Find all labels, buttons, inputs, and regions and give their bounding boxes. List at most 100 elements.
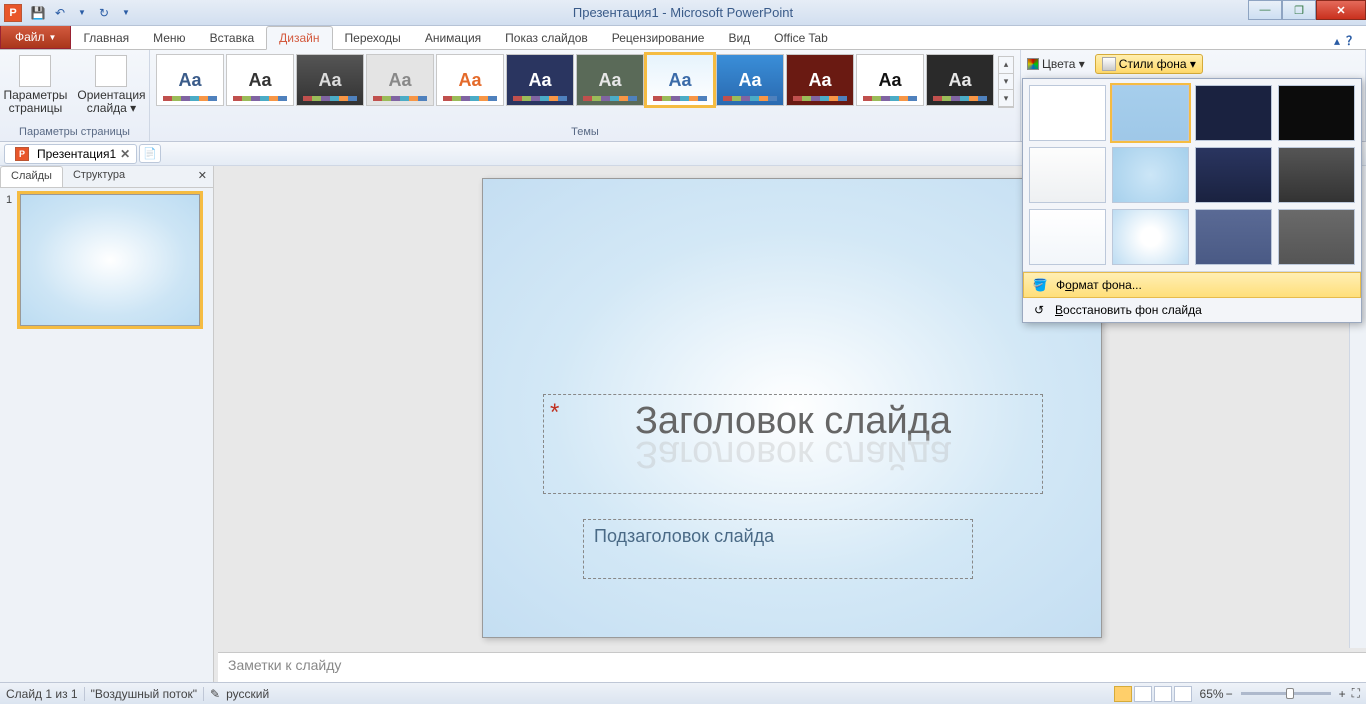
orientation-icon [95,55,127,87]
theme-thumb-2[interactable]: Aa [296,54,364,106]
tab-insert[interactable]: Вставка [198,27,267,49]
placeholder-marker-icon: * [550,399,559,427]
slide-thumbnail[interactable]: 1 [6,194,207,326]
status-theme: "Воздушный поток" [91,687,197,701]
status-bar: Слайд 1 из 1 "Воздушный поток" ✎ русский… [0,682,1366,704]
theme-thumb-6[interactable]: Aa [576,54,644,106]
undo-icon[interactable]: ↶ [50,3,70,23]
subtitle-placeholder[interactable]: Подзаголовок слайда [583,519,973,579]
colors-dropdown[interactable]: Цвета ▾ [1027,57,1085,71]
group-label-themes: Темы [154,123,1016,141]
title-bar: P 💾 ↶ ▼ ↻ ▼ Презентация1 - Microsoft Pow… [0,0,1366,26]
background-styles-button[interactable]: Стили фона ▾ [1095,54,1203,74]
theme-thumb-1[interactable]: Aa [226,54,294,106]
title-placeholder[interactable]: * Заголовок слайда Заголовок слайда [543,394,1043,494]
background-styles-popup: 🪣 Формат фона... ↺ Восстановить фон слай… [1022,78,1362,323]
notes-pane[interactable]: Заметки к слайду [218,652,1366,682]
view-sorter-button[interactable] [1134,686,1152,702]
theme-thumb-11[interactable]: Aa [926,54,994,106]
spellcheck-icon[interactable]: ✎ [210,687,220,701]
slide[interactable]: * Заголовок слайда Заголовок слайда Подз… [482,178,1102,638]
status-language[interactable]: русский [226,687,269,701]
theme-thumb-3[interactable]: Aa [366,54,434,106]
document-tab-close-icon[interactable]: ✕ [120,147,130,161]
reset-background-icon: ↺ [1031,302,1047,318]
background-styles-icon [1102,57,1116,71]
background-style-7[interactable] [1278,147,1355,203]
tab-review[interactable]: Рецензирование [600,27,717,49]
redo-icon[interactable]: ↻ [94,3,114,23]
tab-office[interactable]: Office Tab [762,27,840,49]
format-background-icon: 🪣 [1032,277,1048,293]
pane-tab-slides[interactable]: Слайды [0,166,63,187]
background-style-3[interactable] [1278,85,1355,141]
zoom-in-button[interactable]: + [1339,687,1346,701]
page-setup-icon [19,55,51,87]
title-reflection: Заголовок слайда [544,435,1042,473]
fit-to-window-button[interactable]: ⛶ [1352,686,1360,701]
theme-thumb-5[interactable]: Aa [506,54,574,106]
themes-gallery: AaAaAaAaAaAaAaAaAaAaAaAa▴▾▾ [154,52,1016,123]
background-style-11[interactable] [1278,209,1355,265]
background-style-5[interactable] [1112,147,1189,203]
slide-orientation-button[interactable]: Ориентацияслайда ▾ [73,52,149,123]
close-button[interactable]: ✕ [1316,0,1366,20]
tab-transitions[interactable]: Переходы [333,27,413,49]
status-slide-position: Слайд 1 из 1 [6,687,78,701]
group-themes: AaAaAaAaAaAaAaAaAaAaAaAa▴▾▾ Темы [150,50,1021,141]
pane-close-icon[interactable]: ✕ [192,166,213,187]
background-style-9[interactable] [1112,209,1189,265]
page-setup-button[interactable]: Параметрыстраницы [0,52,71,123]
theme-thumb-4[interactable]: Aa [436,54,504,106]
background-style-2[interactable] [1195,85,1272,141]
background-style-1[interactable] [1112,85,1189,141]
document-tab[interactable]: P Презентация1 ✕ [4,144,137,164]
view-slideshow-button[interactable] [1174,686,1192,702]
new-document-tab[interactable]: 📄 [139,144,161,163]
background-style-8[interactable] [1029,209,1106,265]
theme-thumb-9[interactable]: Aa [786,54,854,106]
save-icon[interactable]: 💾 [28,3,48,23]
background-style-4[interactable] [1029,147,1106,203]
tab-menu[interactable]: Меню [141,27,197,49]
pane-tabs: Слайды Структура ✕ [0,166,213,188]
zoom-slider[interactable] [1241,692,1331,695]
ribbon-collapse-icon[interactable]: ▴ [1334,34,1340,48]
pane-tab-outline[interactable]: Структура [63,166,135,187]
background-style-10[interactable] [1195,209,1272,265]
zoom-level[interactable]: 65% [1200,687,1224,701]
theme-thumb-0[interactable]: Aa [156,54,224,106]
quick-access-toolbar: 💾 ↶ ▼ ↻ ▼ [28,3,136,23]
zoom-out-button[interactable]: − [1226,687,1233,701]
ribbon-tabs: Файл▼ Главная Меню Вставка Дизайн Перехо… [0,26,1366,50]
theme-gallery-more[interactable]: ▴▾▾ [998,56,1014,108]
file-tab[interactable]: Файл▼ [0,25,71,49]
popup-menu: 🪣 Формат фона... ↺ Восстановить фон слай… [1023,271,1361,322]
tab-home[interactable]: Главная [71,27,141,49]
slide-thumbnails: 1 [0,188,213,682]
tab-slideshow[interactable]: Показ слайдов [493,27,600,49]
app-icon: P [4,4,22,22]
view-normal-button[interactable] [1114,686,1132,702]
slide-thumb-image [20,194,200,326]
tab-design[interactable]: Дизайн [266,26,332,50]
minimize-button[interactable]: — [1248,0,1282,20]
qat-customize-icon[interactable]: ▼ [116,3,136,23]
tab-view[interactable]: Вид [716,27,762,49]
left-pane: Слайды Структура ✕ 1 [0,166,214,682]
group-page-setup: Параметрыстраницы Ориентацияслайда ▾ Пар… [0,50,150,141]
theme-thumb-8[interactable]: Aa [716,54,784,106]
help-icon[interactable]: ？ [1346,32,1358,49]
background-style-6[interactable] [1195,147,1272,203]
window-controls: — ❐ ✕ [1248,0,1366,20]
slide-number: 1 [6,194,16,326]
undo-more-icon[interactable]: ▼ [72,3,92,23]
theme-thumb-7[interactable]: Aa [646,54,714,106]
theme-thumb-10[interactable]: Aa [856,54,924,106]
maximize-button[interactable]: ❐ [1282,0,1316,20]
reset-background-item[interactable]: ↺ Восстановить фон слайда [1023,298,1361,322]
background-style-0[interactable] [1029,85,1106,141]
view-reading-button[interactable] [1154,686,1172,702]
format-background-item[interactable]: 🪣 Формат фона... [1023,272,1361,298]
tab-animation[interactable]: Анимация [413,27,493,49]
